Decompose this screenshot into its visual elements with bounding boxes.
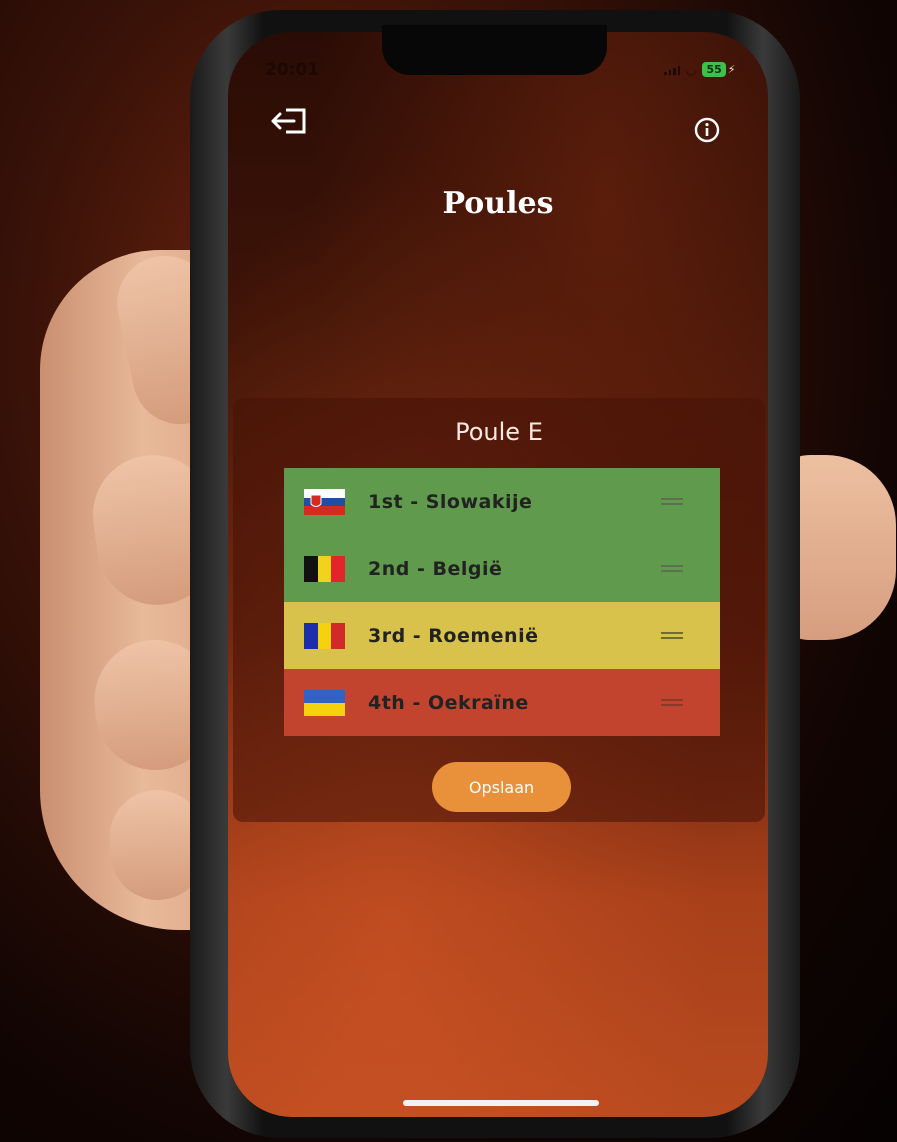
battery-icon: 55 [702,62,726,77]
status-time: 20:01 [265,60,320,80]
drag-handle-icon[interactable] [661,631,683,640]
drag-handle-icon[interactable] [661,698,683,707]
romania-flag-icon [304,622,345,649]
drag-handle-icon[interactable] [661,564,683,573]
team-label: 3rd - Roemenië [368,624,539,647]
team-label: 2nd - België [368,557,503,580]
exit-icon[interactable] [268,104,308,138]
group-title: Poule E [455,418,543,446]
list-item[interactable]: 1st - Slowakije [284,468,720,535]
slovakia-flag-icon [304,488,345,515]
list-item[interactable]: 3rd - Roemenië [284,602,720,669]
page-title: Poules [442,186,554,221]
ukraine-flag-icon [304,689,345,716]
info-icon[interactable] [693,116,721,144]
belgium-flag-icon [304,555,345,582]
team-label: 4th - Oekraïne [368,691,529,714]
team-label: 1st - Slowakije [368,490,533,513]
list-item[interactable]: 4th - Oekraïne [284,669,720,736]
notch [382,25,607,75]
wifi-icon: ◡ [686,62,697,77]
save-button[interactable]: Opslaan [432,762,571,812]
ranking-list: 1st - Slowakije 2nd - België 3rd - Roeme… [284,468,720,736]
list-item[interactable]: 2nd - België [284,535,720,602]
home-indicator[interactable] [403,1100,599,1106]
drag-handle-icon[interactable] [661,497,683,506]
charging-icon: ⚡ [727,63,736,76]
signal-icon [664,65,680,75]
status-icons: ◡ 55 ⚡ [664,62,736,77]
